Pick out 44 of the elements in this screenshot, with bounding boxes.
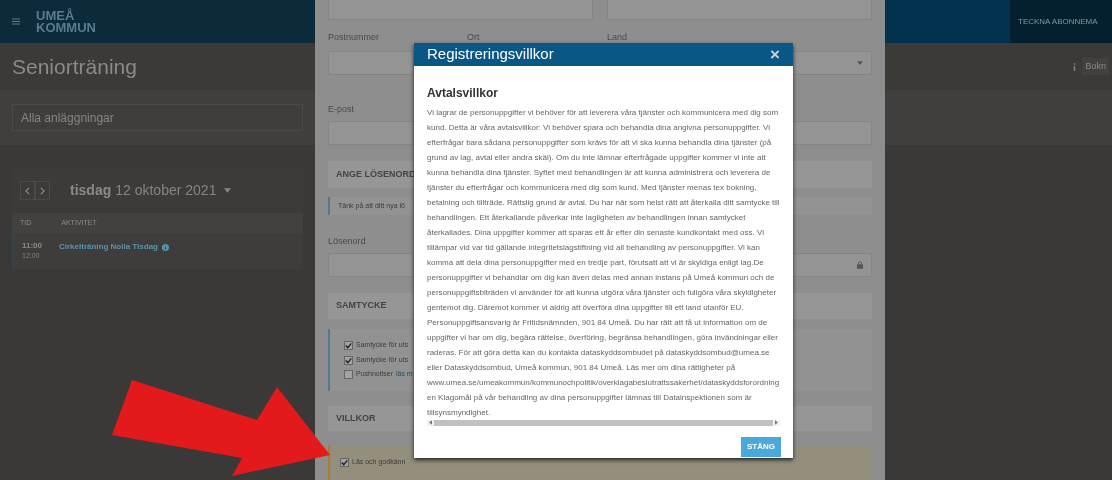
next-button[interactable] bbox=[35, 181, 50, 200]
field-label: E-post bbox=[328, 103, 354, 115]
logo-text: KOMMUN bbox=[36, 21, 96, 34]
start-time: 11:00 bbox=[22, 241, 44, 251]
logo-text: UMEÅ bbox=[36, 9, 76, 22]
info-icon bbox=[1073, 62, 1077, 71]
modal-title: Registreringsvillkor bbox=[427, 44, 554, 64]
caret-icon bbox=[857, 61, 863, 65]
input-field[interactable] bbox=[328, 51, 414, 75]
field-label: Postnummer bbox=[328, 31, 380, 43]
caret-icon bbox=[224, 188, 232, 193]
scroll-right-icon[interactable] bbox=[775, 420, 778, 425]
checkbox[interactable] bbox=[340, 457, 349, 467]
checkbox[interactable] bbox=[344, 341, 353, 351]
terms-heading: Avtalsvillkor bbox=[427, 84, 498, 102]
page-title: Seniorträning bbox=[12, 53, 137, 80]
info-icon[interactable] bbox=[162, 243, 169, 251]
section-title: VILLKOR bbox=[336, 411, 376, 425]
chevron-right-icon bbox=[40, 186, 45, 195]
section-title: SAMTYCKE bbox=[336, 299, 387, 313]
terms-text: Vi lagrar de personuppgifter vi behöver för att leverera våra tjänster och kommunicera med dig som kund. Detta är våra avtalsvillkor: Vi behöver spara och behandla dina angivna personuppgifter. Vi efterfrågar bara sådana personuppgifter som krävs för att vi ska kunna behandla dina tjänster (på grund av lag, avtal eller andra skäl). Om du inte lämnar efterfrågade uppgifter kommer vi inte att kunna behandla dina tjänster. Syftet med behandlingen är att kunna administrera och leverera de tjänster du efterfrågar och kommunicera med dig som kund. Med tjänster menas tex bokning, betalning och tillträde. Rättslig grund är avtal. Du har när som helst rätt att återkalla ditt samtycke till behandlingen. Ett återkallande påverkar inte lagligheten av behandlingen innan samtycket återkallades. Dina uppgifter kommer att sparas ett år efter din senaste kundkontakt med oss. Vi tillämpar vid var tid gällande integritetslagstiftning vid all behandling av personuppgifter. Vi kan komma att dela dina personuppgifter med en tredje part, förutsatt att vi är skyldiga enligt lag.De personuppgifter vi behandlar om dig kan även delas med annan instans på Umeå kommun och de personuppgiftsbiträden vi använder för att kunna utgöra våra tjänster och fullgöra våra skyldigheter gentemot dig. Däremot kommer vi aldrig att överföra dina uppgifter till ett land utanför EU. Personuppgiftsansvarig är Fritidsnämnden, 901 84 Umeå. Du har rätt att få ut information om de uppgifter vi har om dig, begära rättelse, överföring, begränsa behandlingen, göra invändningar eller raderas. För att göra detta kan du kontakta dataskyddsombudet på dataskyddsombud@umea.se eller Dataskyddsombud, Umeå kommun, 901 84 Umeå. Läs mer om dina rättigheter på www.umea.se/umeakommun/kommunochpolitik/overklagabeslutrattssakerhet/dataskyddsforordningen Klagomål på vår behandling av dina personuppgifter lämnas till Datainspektionen som är tillsynsmyndighet. bbox=[427, 106, 781, 419]
lock-icon bbox=[857, 260, 863, 269]
close-button[interactable]: × bbox=[770, 45, 780, 63]
scroll-left-icon[interactable] bbox=[429, 420, 432, 425]
input-field[interactable] bbox=[328, 252, 414, 277]
menu-icon[interactable] bbox=[12, 18, 20, 25]
checkbox[interactable] bbox=[344, 370, 353, 380]
field-label: Lösenord bbox=[328, 234, 366, 247]
chevron-left-icon bbox=[25, 186, 30, 195]
input-field[interactable] bbox=[792, 51, 872, 75]
close-dialog-button[interactable]: STÄNG bbox=[741, 436, 781, 457]
field-label: Land bbox=[607, 31, 628, 43]
scrollbar[interactable] bbox=[427, 419, 780, 426]
checkbox[interactable] bbox=[344, 355, 353, 365]
previous-button[interactable] bbox=[20, 181, 35, 200]
field-label: Ort bbox=[467, 31, 480, 43]
section-title: ANGE LÖSENORD bbox=[336, 167, 416, 181]
input-field[interactable] bbox=[792, 252, 872, 277]
facility-select[interactable]: Alla anläggningar bbox=[12, 104, 303, 131]
info-button[interactable]: Bokn bbox=[1082, 57, 1109, 76]
input-field[interactable] bbox=[328, 121, 414, 145]
activity-link[interactable]: Cirkelträning Nolia Tisdag bbox=[59, 241, 158, 253]
date-picker[interactable]: tisdag 12 oktober 2021 bbox=[70, 180, 232, 201]
input-field[interactable] bbox=[792, 121, 872, 145]
